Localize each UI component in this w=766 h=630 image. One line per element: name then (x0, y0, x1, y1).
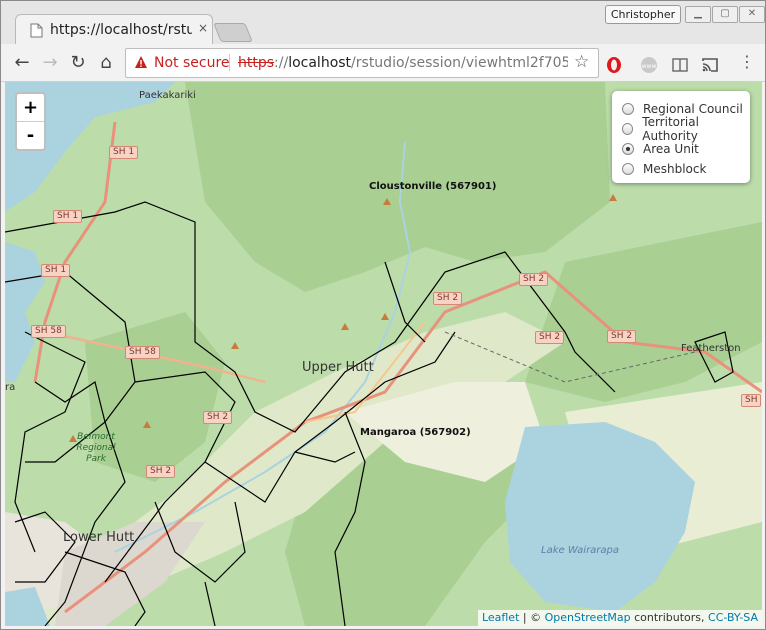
road-shield: SH 58 (125, 346, 160, 359)
security-status[interactable]: Not secure (154, 55, 230, 71)
url-text[interactable]: https://localhost/rstudio/session/viewht… (238, 55, 568, 71)
maximize-button[interactable]: ▢ (712, 6, 738, 23)
opera-icon[interactable] (605, 56, 623, 74)
warning-icon (135, 56, 147, 68)
url-separator: :// (274, 55, 289, 71)
label-tawa-fragment: ra (5, 382, 16, 393)
road-shield: SH 2 (146, 465, 176, 478)
page-icon (30, 23, 43, 38)
svg-text:www: www (642, 63, 657, 70)
attribution-contributors: contributors, (630, 611, 709, 624)
reader-icon[interactable] (671, 56, 689, 74)
new-tab-button[interactable] (213, 23, 253, 42)
road-shield: SH 2 (203, 411, 233, 424)
road-shield: SH 2 (607, 330, 637, 343)
label-mangaroa: Mangaroa (567902) (360, 427, 471, 438)
label-upper-hutt: Upper Hutt (302, 360, 374, 375)
layer-control: Regional Council Territorial Authority A… (612, 91, 750, 183)
cast-icon[interactable] (701, 56, 719, 74)
label-lower-hutt: Lower Hutt (63, 530, 135, 545)
zoom-out-button[interactable]: - (17, 122, 44, 149)
leaflet-link[interactable]: Leaflet (482, 611, 519, 624)
layer-label: Regional Council (643, 102, 743, 116)
radio-button-selected[interactable] (622, 143, 634, 155)
url-path: /rstudio/session/viewhtml2f7056e6d (351, 55, 568, 71)
web-extension-icon[interactable]: www (640, 56, 658, 74)
road-shield: SH 1 (109, 146, 139, 159)
radio-button[interactable] (622, 163, 634, 175)
home-button[interactable]: ⌂ (95, 52, 117, 74)
label-cloustonville: Cloustonville (567901) (369, 181, 497, 192)
attribution-separator: | © (519, 611, 545, 624)
zoom-control: + - (15, 92, 46, 151)
tab-title: https://localhost/rstudio/session/viewht… (50, 22, 192, 38)
reload-button[interactable]: ↻ (67, 52, 89, 74)
address-bar[interactable]: Not secure https://localhost/rstudio/ses… (125, 48, 599, 78)
back-button[interactable]: ← (11, 52, 33, 74)
road-shield: SH 2 (519, 273, 549, 286)
map-attribution: Leaflet | © OpenStreetMap contributors, … (477, 610, 762, 626)
road-shield: SH 2 (433, 292, 463, 305)
profile-button[interactable]: Christopher (605, 5, 681, 24)
tab-close-icon[interactable]: × (198, 21, 208, 35)
minimize-button[interactable]: ▁ (685, 6, 711, 23)
forward-button[interactable]: → (39, 52, 61, 74)
layer-label: Territorial Authority (642, 115, 699, 143)
label-lake-wairarapa: Lake Wairarapa (541, 545, 620, 556)
radio-button[interactable] (622, 103, 634, 115)
url-scheme: https (238, 55, 275, 71)
label-featherston: Featherston (681, 343, 741, 354)
label-paekakariki: Paekakariki (139, 90, 196, 101)
layer-label: Area Unit (643, 142, 699, 156)
browser-window: https://localhost/rstudio/session/viewht… (0, 0, 766, 630)
license-link[interactable]: CC-BY-SA (708, 611, 758, 624)
road-shield: SH (741, 394, 762, 407)
browser-toolbar: ← → ↻ ⌂ Not secure https://localhost/rst… (1, 44, 765, 82)
omnibox-divider (229, 54, 230, 71)
leaflet-map[interactable]: Paekakariki Cloustonville (567901) Upper… (5, 82, 762, 626)
road-shield: SH 2 (535, 331, 565, 344)
zoom-in-button[interactable]: + (17, 94, 44, 122)
tab-strip: https://localhost/rstudio/session/viewht… (1, 1, 765, 45)
bookmark-star-icon[interactable]: ☆ (574, 52, 589, 72)
active-tab[interactable]: https://localhost/rstudio/session/viewht… (15, 14, 213, 45)
layer-option-meshblock[interactable]: Meshblock (622, 159, 750, 179)
road-shield: SH 58 (31, 325, 66, 338)
layer-label: Meshblock (643, 162, 707, 176)
menu-icon[interactable]: ⋮ (739, 52, 755, 71)
radio-button[interactable] (622, 123, 634, 135)
openstreetmap-link[interactable]: OpenStreetMap (545, 611, 631, 624)
road-shield: SH 1 (53, 210, 83, 223)
label-belmont-regional-park: Belmont Regional Park (76, 432, 116, 464)
close-window-button[interactable]: ✕ (739, 6, 765, 23)
road-shield: SH 1 (41, 264, 71, 277)
layer-option-territorial-authority[interactable]: Territorial Authority (622, 115, 750, 143)
url-host: localhost (288, 55, 352, 71)
